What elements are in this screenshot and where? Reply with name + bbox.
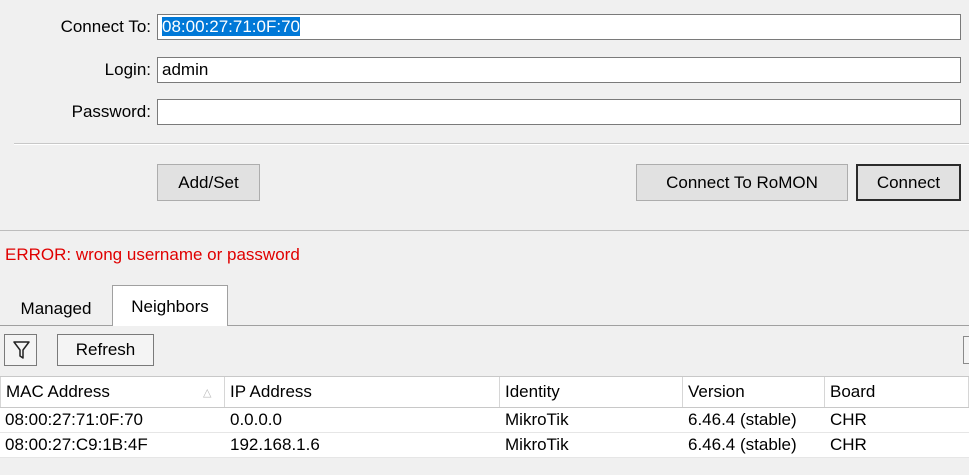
cell-identity: MikroTik <box>505 435 569 454</box>
cell-mac-address: 08:00:27:71:0F:70 <box>5 410 144 429</box>
table-header: MAC Address △ IP Address Identity Versio… <box>0 376 969 408</box>
login-label: Login: <box>104 60 151 79</box>
column-header-board[interactable]: Board <box>825 377 969 407</box>
sort-ascending-icon: △ <box>203 387 212 399</box>
error-message: ERROR: wrong username or password <box>5 245 300 264</box>
filter-icon <box>13 341 30 359</box>
filter-button[interactable] <box>4 334 37 366</box>
connect-to-romon-button[interactable]: Connect To RoMON <box>636 164 848 201</box>
connect-to-label: Connect To: <box>60 17 151 36</box>
cell-ip-address: 0.0.0.0 <box>230 410 282 429</box>
column-header-identity[interactable]: Identity <box>500 377 683 407</box>
tab-managed[interactable]: Managed <box>4 290 108 327</box>
connect-to-row: Connect To: 08:00:27:71:0F:70 <box>0 14 969 40</box>
password-label: Password: <box>71 102 151 121</box>
refresh-button[interactable]: Refresh <box>57 334 154 366</box>
form-divider <box>14 143 969 145</box>
login-row: Login: admin <box>0 57 969 83</box>
cell-version: 6.46.4 (stable) <box>688 435 797 454</box>
section-separator <box>0 230 969 231</box>
cell-ip-address: 192.168.1.6 <box>230 435 320 454</box>
cell-version: 6.46.4 (stable) <box>688 410 797 429</box>
cell-identity: MikroTik <box>505 410 569 429</box>
neighbors-table: MAC Address △ IP Address Identity Versio… <box>0 376 969 458</box>
cell-board: CHR <box>830 410 867 429</box>
login-input[interactable]: admin <box>157 57 961 83</box>
tab-neighbors[interactable]: Neighbors <box>112 285 228 326</box>
connect-to-input[interactable]: 08:00:27:71:0F:70 <box>157 14 961 40</box>
table-row[interactable]: 08:00:27:71:0F:70 0.0.0.0 MikroTik 6.46.… <box>0 408 969 433</box>
column-header-version[interactable]: Version <box>683 377 825 407</box>
password-input[interactable] <box>157 99 961 125</box>
table-row[interactable]: 08:00:27:C9:1B:4F 192.168.1.6 MikroTik 6… <box>0 433 969 458</box>
column-header-mac-address[interactable]: MAC Address <box>0 377 225 407</box>
login-value: admin <box>162 60 209 79</box>
search-box-edge[interactable] <box>963 336 969 364</box>
connect-button[interactable]: Connect <box>856 164 961 201</box>
cell-mac-address: 08:00:27:C9:1B:4F <box>5 435 148 454</box>
column-header-ip-address[interactable]: IP Address <box>225 377 500 407</box>
cell-board: CHR <box>830 435 867 454</box>
add-set-button[interactable]: Add/Set <box>157 164 260 201</box>
password-row: Password: <box>0 99 969 125</box>
connect-to-value: 08:00:27:71:0F:70 <box>162 17 301 36</box>
